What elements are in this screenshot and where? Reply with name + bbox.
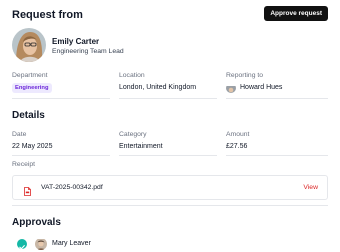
receipt-view-link[interactable]: View xyxy=(303,184,318,191)
divider xyxy=(12,98,110,99)
approver-name: Mary Leaver xyxy=(52,240,91,247)
receipt-filename: VAT-2025-00342.pdf xyxy=(41,184,103,191)
details-title: Details xyxy=(12,110,45,121)
amount-label: Amount xyxy=(226,131,250,138)
date-value: 22 May 2025 xyxy=(12,143,53,150)
category-label: Category xyxy=(119,131,147,138)
manager-avatar xyxy=(226,83,236,93)
date-label: Date xyxy=(12,131,27,138)
location-value: London, United Kingdom xyxy=(119,84,197,91)
divider xyxy=(119,155,217,156)
requester-name: Emily Carter xyxy=(52,37,100,46)
approvals-title: Approvals xyxy=(12,217,61,228)
divider xyxy=(12,155,110,156)
department-badge: Engineering xyxy=(12,83,52,93)
location-label: Location xyxy=(119,72,145,79)
amount-value: £27.56 xyxy=(226,143,248,150)
receipt-attachment[interactable]: VAT-2025-00342.pdf View xyxy=(12,175,328,200)
check-circle-icon xyxy=(17,239,27,250)
approver-avatar xyxy=(35,238,47,250)
approve-request-button[interactable]: Approve request xyxy=(264,6,328,21)
requester-avatar xyxy=(12,28,46,62)
category-value: Entertainment xyxy=(119,143,163,150)
pdf-file-icon xyxy=(24,183,31,196)
request-header: Request from Approve request xyxy=(12,6,328,23)
reporting-label: Reporting to xyxy=(226,72,264,79)
department-label: Department xyxy=(12,72,48,79)
divider xyxy=(226,98,328,99)
divider xyxy=(119,98,217,99)
section-divider xyxy=(12,205,328,206)
receipt-label: Receipt xyxy=(12,161,36,168)
reporting-value[interactable]: Howard Hues xyxy=(240,84,282,91)
divider xyxy=(226,155,328,156)
page-title: Request from xyxy=(12,9,83,21)
requester-role: Engineering Team Lead xyxy=(52,48,124,55)
